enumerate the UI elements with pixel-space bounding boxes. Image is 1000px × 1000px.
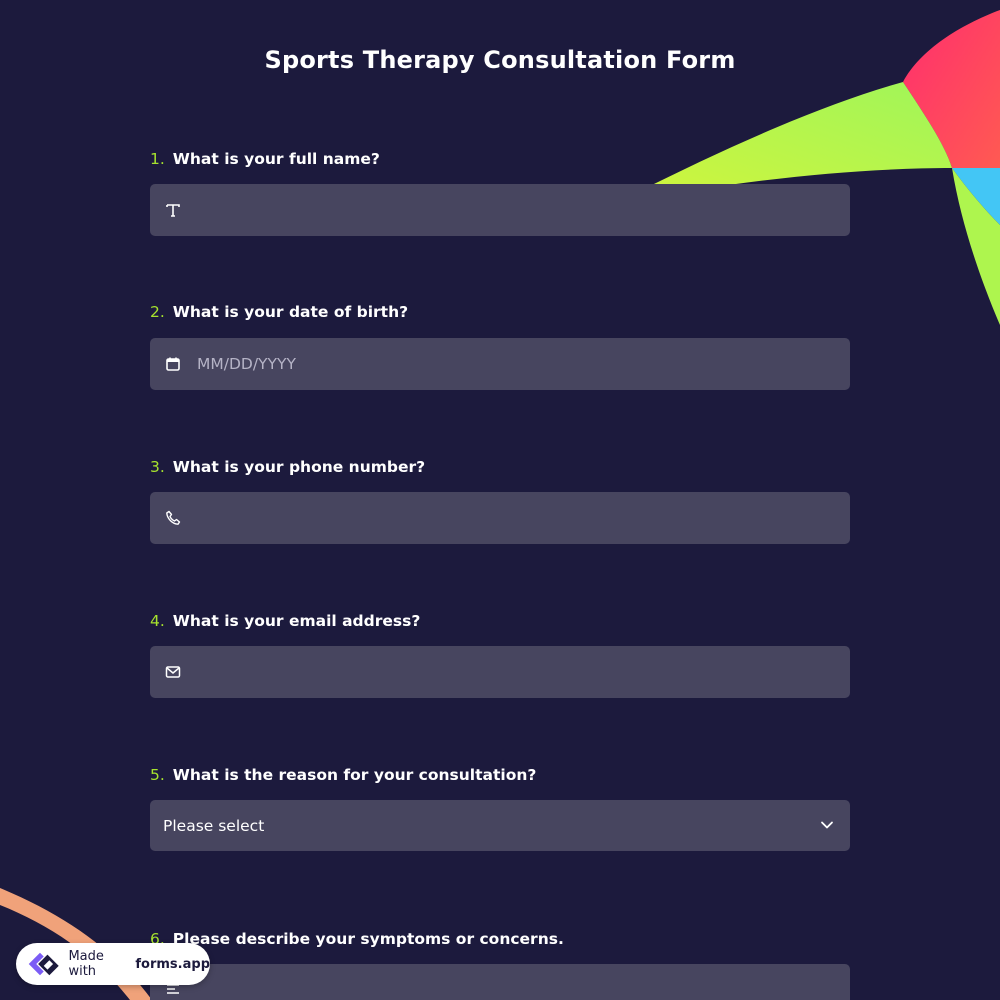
consultation-reason-selected: Please select	[163, 816, 265, 835]
question-number: 5.	[150, 766, 165, 784]
chevron-down-icon	[821, 821, 833, 829]
question-label: 6. Please describe your symptoms or conc…	[150, 929, 850, 949]
form-title: Sports Therapy Consultation Form	[264, 46, 736, 74]
phone-number-input[interactable]	[150, 492, 850, 544]
made-with-badge[interactable]: Made with forms.app	[16, 943, 210, 985]
full-name-input[interactable]	[150, 184, 850, 236]
question-text: What is your email address?	[172, 612, 421, 630]
question-text: What is your phone number?	[172, 458, 426, 476]
question-text: What is your date of birth?	[172, 303, 409, 321]
brand-name: forms.app	[135, 956, 210, 972]
question-text: What is the reason for your consultation…	[172, 766, 537, 784]
question-number: 4.	[150, 612, 165, 630]
question-number: 2.	[150, 303, 165, 321]
deco-blue-sliver	[952, 168, 1000, 225]
email-address-input[interactable]	[150, 646, 850, 698]
consultation-reason-select[interactable]: Please select	[150, 800, 850, 851]
question-phone-number: 3. What is your phone number?	[150, 457, 850, 544]
deco-green-lower	[952, 168, 1000, 325]
made-with-text: Made with	[68, 949, 104, 979]
question-label: 2. What is your date of birth?	[150, 302, 850, 322]
date-of-birth-input[interactable]: MM/DD/YYYY	[150, 338, 850, 390]
calendar-icon	[165, 356, 181, 372]
question-date-of-birth: 2. What is your date of birth? MM/DD/YYY…	[150, 302, 850, 390]
question-symptoms: 6. Please describe your symptoms or conc…	[150, 929, 850, 1000]
text-icon	[165, 202, 181, 218]
question-number: 3.	[150, 458, 165, 476]
question-number: 1.	[150, 150, 165, 168]
phone-icon	[165, 510, 181, 526]
deco-pink-wedge	[903, 10, 1000, 168]
question-label: 5. What is the reason for your consultat…	[150, 765, 850, 785]
question-text: What is your full name?	[172, 150, 380, 168]
question-consultation-reason: 5. What is the reason for your consultat…	[150, 765, 850, 851]
forms-app-logo-icon	[28, 952, 59, 976]
question-label: 4. What is your email address?	[150, 611, 850, 631]
question-text: Please describe your symptoms or concern…	[172, 930, 564, 948]
question-label: 1. What is your full name?	[150, 149, 850, 169]
date-of-birth-placeholder: MM/DD/YYYY	[197, 355, 296, 373]
symptoms-textarea[interactable]	[150, 964, 850, 1000]
question-label: 3. What is your phone number?	[150, 457, 850, 477]
question-full-name: 1. What is your full name?	[150, 149, 850, 236]
form-page: Sports Therapy Consultation Form 1. What…	[0, 0, 1000, 1000]
question-email-address: 4. What is your email address?	[150, 611, 850, 698]
mail-icon	[165, 664, 181, 680]
